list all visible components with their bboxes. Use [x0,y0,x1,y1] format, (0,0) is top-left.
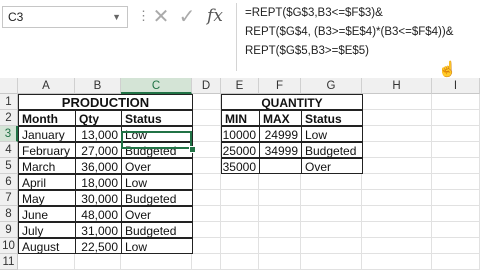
row-header-4[interactable]: 4 [0,142,18,158]
production-status[interactable]: Over [121,206,193,222]
column-header-b[interactable]: B [75,78,121,94]
production-header[interactable]: Qty [75,110,122,126]
production-month[interactable]: May [18,190,76,206]
gridline [18,269,480,270]
production-month[interactable]: July [18,222,76,238]
production-qty[interactable]: 27,000 [75,142,122,158]
quantity-min[interactable]: 25000 [221,142,260,158]
column-header-h[interactable]: H [362,78,432,94]
row-header-9[interactable]: 9 [0,222,18,238]
production-qty[interactable]: 18,000 [75,174,122,190]
formula-line: REPT($G$4, (B3>=$E$4)*(B3<=$F$4))& [245,26,454,38]
formula-line: =REPT($G$3,B3<=$F$3)& [245,7,383,19]
name-box-value: C3 [8,10,24,24]
production-qty[interactable]: 22,500 [75,238,122,254]
gridline [431,94,432,270]
column-header-d[interactable]: D [192,78,221,94]
quantity-status[interactable]: Over [301,158,363,174]
insert-function-button[interactable]: fx [202,5,228,29]
chevron-down-icon[interactable]: ▼ [112,7,121,27]
production-month[interactable]: June [18,206,76,222]
row-header-8[interactable]: 8 [0,206,18,222]
production-qty[interactable]: 48,000 [75,206,122,222]
formula-bar-area: C3 ▼ ⋮ ✕ ✓ fx =REPT($G$3,B3<=$F$3)& REPT… [0,0,480,78]
production-qty[interactable]: 31,000 [75,222,122,238]
row-header-5[interactable]: 5 [0,158,18,174]
quantity-max[interactable]: 34999 [259,142,302,158]
production-qty[interactable]: 30,000 [75,190,122,206]
production-qty[interactable]: 13,000 [75,126,122,142]
production-month[interactable]: August [18,238,76,254]
quantity-max[interactable]: 24999 [259,126,302,142]
row-header-11[interactable]: 11 [0,254,18,270]
fill-handle[interactable] [189,146,196,153]
column-header-c[interactable]: C [121,78,192,94]
column-header-a[interactable]: A [18,78,75,94]
production-qty[interactable]: 36,000 [75,158,122,174]
column-header-e[interactable]: E [221,78,259,94]
row-header-10[interactable]: 10 [0,238,18,254]
quantity-min[interactable]: 35000 [221,158,260,174]
quantity-header[interactable]: MAX [259,110,302,126]
row-header-7[interactable]: 7 [0,190,18,206]
production-status[interactable]: Low [121,238,193,254]
enter-icon[interactable]: ✓ [176,6,198,28]
production-title[interactable]: PRODUCTION [18,94,193,110]
row-header-1[interactable]: 1 [0,94,18,110]
production-month[interactable]: April [18,174,76,190]
row-header-3[interactable]: 3 [0,126,18,142]
cancel-icon[interactable]: ✕ [150,6,172,28]
active-cell-border [121,131,192,149]
row-header-2[interactable]: 2 [0,110,18,126]
production-month[interactable]: March [18,158,76,174]
row-header-6[interactable]: 6 [0,174,18,190]
production-header[interactable]: Status [121,110,193,126]
quantity-title[interactable]: QUANTITY [221,94,363,110]
quantity-header[interactable]: Status [301,110,363,126]
name-box[interactable]: C3 ▼ [2,6,128,28]
formula-line: REPT($G$5,B3>=$E$5) [245,45,370,57]
column-header-f[interactable]: F [259,78,301,94]
production-status[interactable]: Budgeted [121,222,193,238]
quantity-max[interactable] [259,158,302,174]
production-status[interactable]: Low [121,174,193,190]
quantity-header[interactable]: MIN [221,110,260,126]
production-status[interactable]: Over [121,158,193,174]
production-status[interactable]: Budgeted [121,190,193,206]
production-month[interactable]: January [18,126,76,142]
column-header-i[interactable]: I [432,78,480,94]
production-month[interactable]: February [18,142,76,158]
hand-cursor-icon: ☝ [438,61,457,78]
quantity-status[interactable]: Low [301,126,363,142]
select-all-corner[interactable] [0,78,18,94]
quantity-min[interactable]: 10000 [221,126,260,142]
production-header[interactable]: Month [18,110,76,126]
grip-icon: ⋮ [137,8,150,23]
column-header-g[interactable]: G [301,78,362,94]
quantity-status[interactable]: Budgeted [301,142,363,158]
